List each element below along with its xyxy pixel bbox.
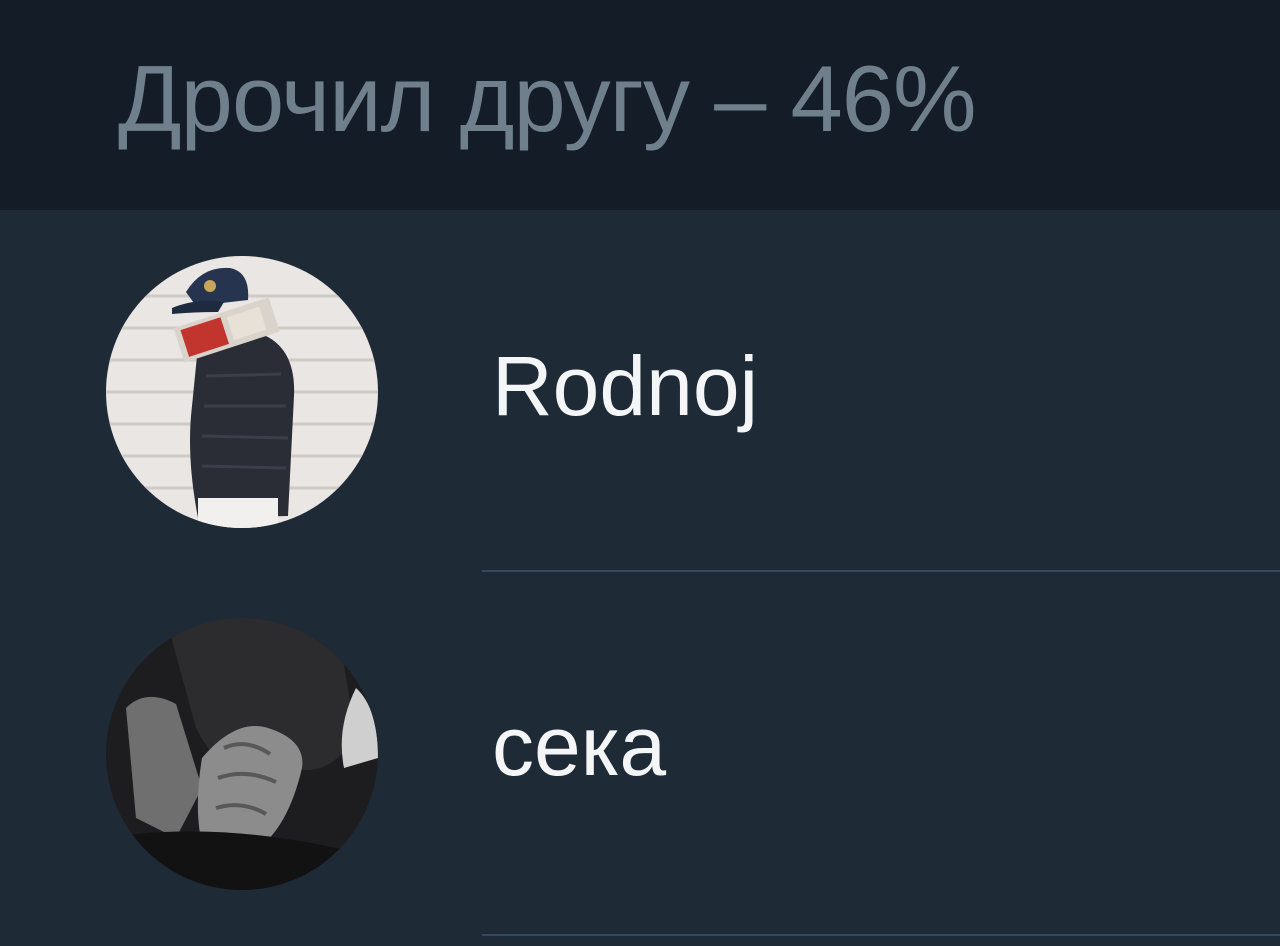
poll-option-header: Дрочил другу – 46% [0,0,1280,210]
avatar-photo-icon [106,256,378,528]
voters-list: Rodnoj сека [0,210,1280,946]
voter-row[interactable]: сека [0,572,1280,936]
voter-row[interactable]: Rodnoj [0,210,1280,572]
avatar-photo-icon [106,618,378,890]
divider [482,934,1280,936]
poll-option-title: Дрочил другу – 46% [118,46,977,151]
voter-name: сека [492,699,667,793]
voter-name: Rodnoj [492,339,759,433]
